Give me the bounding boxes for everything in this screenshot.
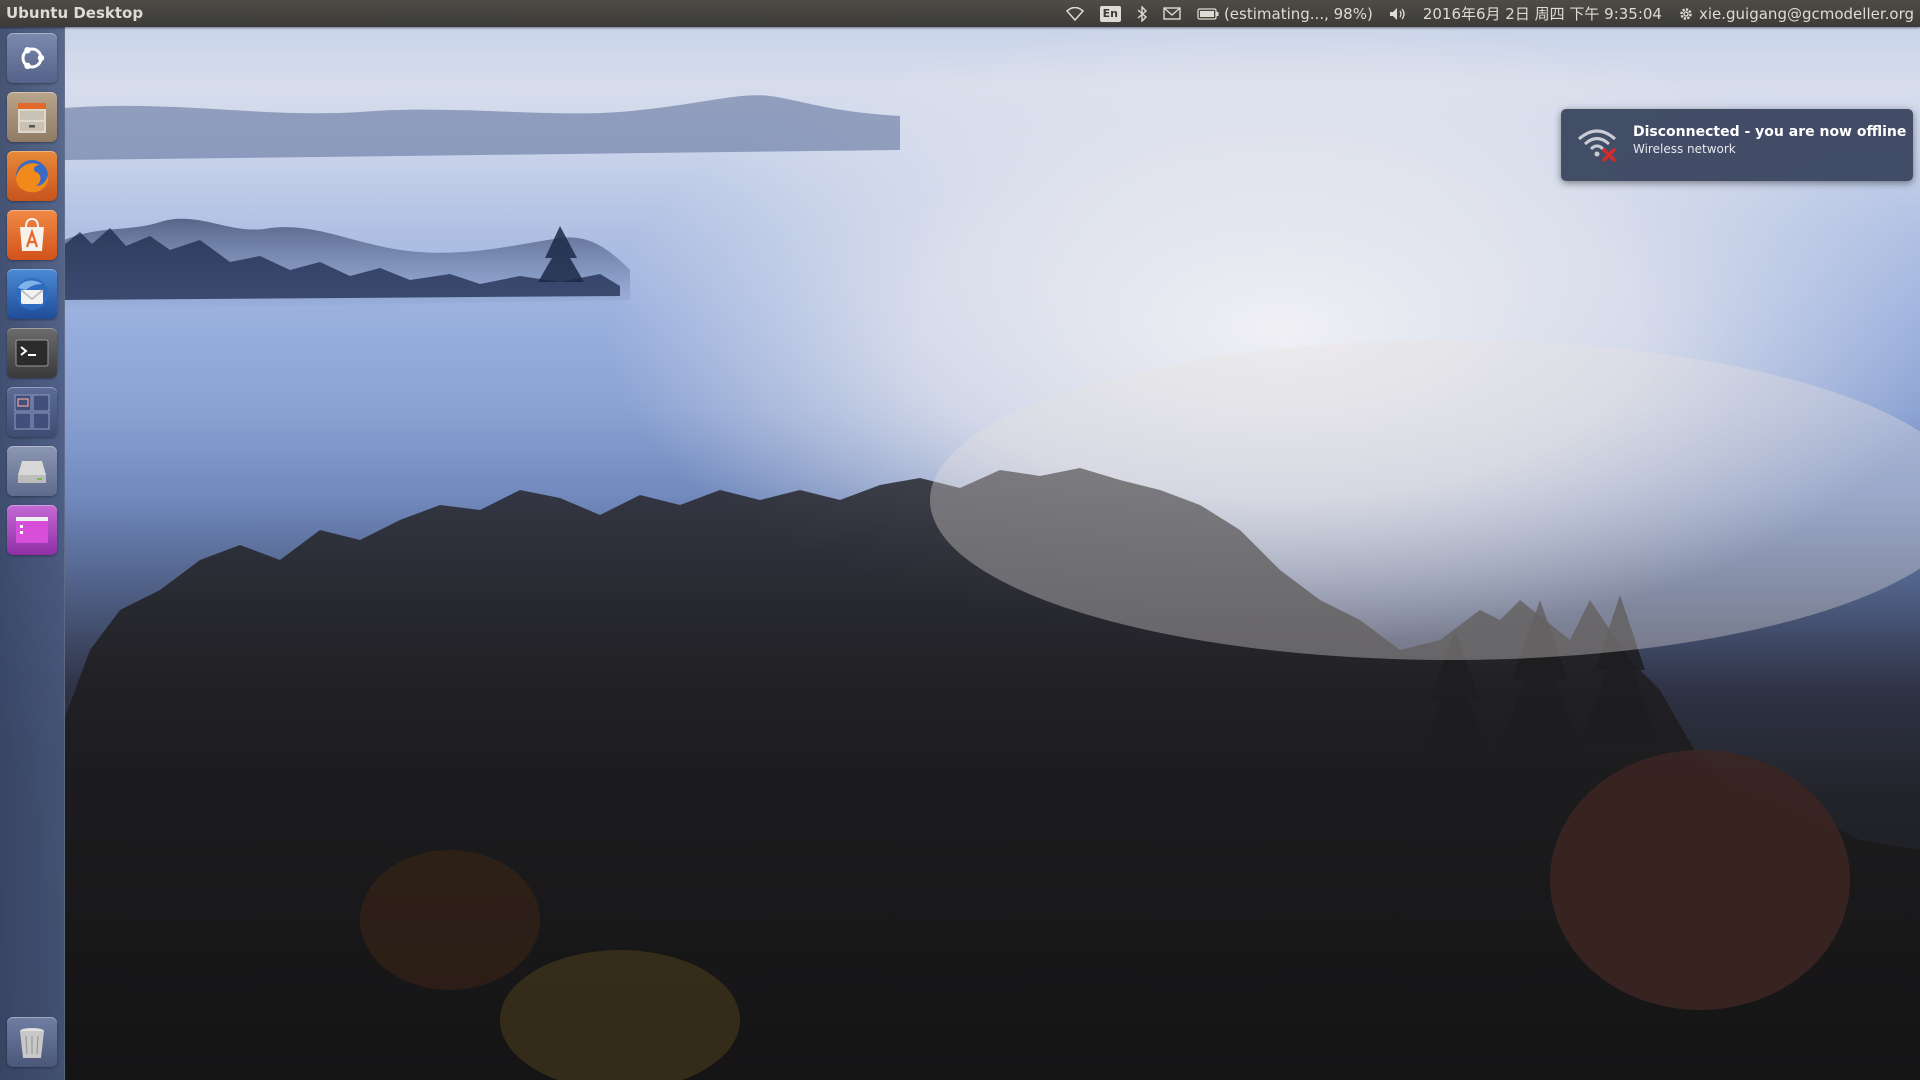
bluetooth-icon bbox=[1137, 5, 1147, 22]
battery-status-text: (estimating..., 98%) bbox=[1223, 4, 1373, 23]
battery-icon bbox=[1197, 7, 1219, 20]
notification-body: Wireless network bbox=[1633, 142, 1736, 156]
launcher-terminal-button[interactable] bbox=[7, 328, 57, 378]
shopping-bag-icon bbox=[20, 217, 44, 251]
battery-indicator[interactable]: (estimating..., 98%) bbox=[1197, 5, 1373, 23]
datetime-text: 2016年6月 2日 周四 下午 9:35:04 bbox=[1422, 5, 1662, 23]
magenta-window-icon bbox=[16, 517, 48, 543]
gear-icon bbox=[1680, 7, 1692, 20]
clock-indicator[interactable]: 2016年6月 2日 周四 下午 9:35:04 bbox=[1423, 3, 1662, 24]
launcher-dash-button[interactable] bbox=[7, 33, 57, 83]
bluetooth-indicator[interactable] bbox=[1137, 5, 1147, 22]
launcher-thunderbird-button[interactable] bbox=[7, 269, 57, 319]
indicator-area: En (estimating..., 98%) 2016年6月 2日 周四 下午… bbox=[1065, 0, 1914, 27]
workspace-switcher-icon bbox=[14, 394, 50, 430]
ubuntu-logo-icon bbox=[21, 47, 45, 69]
notification-title: Disconnected - you are now offline bbox=[1633, 124, 1907, 140]
mail-icon bbox=[1163, 7, 1181, 20]
launcher-trash-button[interactable] bbox=[7, 1017, 57, 1067]
volume-icon bbox=[1389, 7, 1405, 20]
wifi-disconnected-icon bbox=[1578, 129, 1616, 162]
notification-bubble[interactable]: Disconnected - you are now offline Wirel… bbox=[1561, 109, 1913, 181]
launcher-drive-button[interactable] bbox=[7, 446, 57, 496]
wifi-icon bbox=[1065, 6, 1084, 21]
keyboard-language-indicator[interactable]: En bbox=[1099, 5, 1121, 22]
file-cabinet-icon bbox=[18, 103, 46, 133]
session-indicator[interactable]: xie.guigang@gcmodeller.org bbox=[1678, 5, 1914, 23]
window-title: Ubuntu Desktop bbox=[6, 4, 144, 22]
launcher bbox=[0, 27, 65, 1080]
launcher-firefox-button[interactable] bbox=[7, 151, 57, 201]
user-name-text: xie.guigang@gcmodeller.org bbox=[1698, 4, 1914, 23]
messaging-indicator[interactable] bbox=[1163, 7, 1181, 20]
top-panel: Ubuntu Desktop En (estimating..., 98%) 2… bbox=[0, 0, 1920, 27]
launcher-app-button[interactable] bbox=[7, 505, 57, 555]
launcher-files-button[interactable] bbox=[7, 92, 57, 142]
terminal-icon bbox=[15, 339, 49, 367]
thunderbird-icon bbox=[16, 278, 48, 310]
hard-drive-icon bbox=[18, 461, 46, 483]
network-indicator[interactable] bbox=[1065, 6, 1084, 21]
keyboard-language-icon: En bbox=[1099, 5, 1121, 22]
launcher-workspace-switcher-button[interactable] bbox=[7, 387, 57, 437]
sound-indicator[interactable] bbox=[1389, 7, 1407, 21]
firefox-icon bbox=[16, 160, 49, 193]
trash-icon bbox=[20, 1028, 44, 1058]
launcher-software-center-button[interactable] bbox=[7, 210, 57, 260]
